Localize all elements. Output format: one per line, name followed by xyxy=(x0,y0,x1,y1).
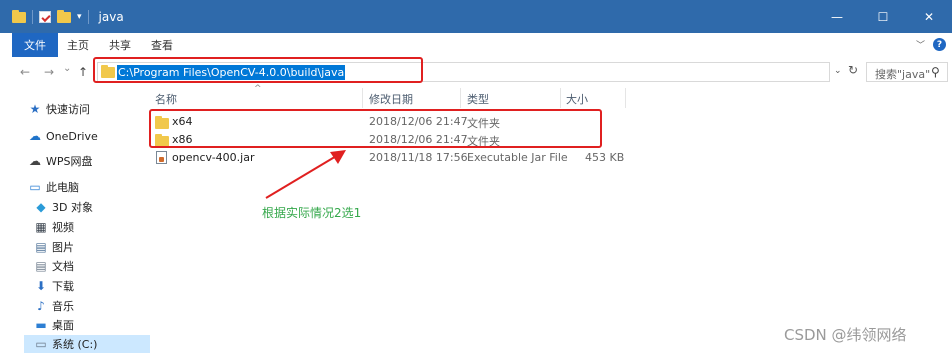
tab-share[interactable]: 共享 xyxy=(109,33,131,57)
sidebar-item-quick-access[interactable]: ★ 快速访问 xyxy=(28,100,90,118)
file-size: 453 KB xyxy=(585,151,625,164)
cloud-icon: ☁ xyxy=(29,129,41,143)
sidebar-item-label: 下载 xyxy=(52,280,74,293)
title-bar: ▾ java — ☐ ✕ xyxy=(0,0,952,33)
sidebar-item-label: 3D 对象 xyxy=(52,201,93,214)
help-icon[interactable]: ? xyxy=(933,38,946,51)
expand-ribbon-button[interactable]: ﹀ xyxy=(916,38,925,51)
search-input[interactable]: 搜索"java" ⚲ xyxy=(866,62,948,82)
tab-view[interactable]: 查看 xyxy=(151,33,173,57)
documents-icon: ▤ xyxy=(35,259,47,273)
sidebar-item-label: 此电脑 xyxy=(46,181,79,194)
navigation-pane: ★ 快速访问 ☁ OneDrive ☁ WPS网盘 ▭ 此电脑 ◆ 3D 对象 … xyxy=(0,87,150,353)
sidebar-item-label: 文档 xyxy=(52,260,74,273)
pictures-icon: ▤ xyxy=(35,240,47,254)
sort-ascending-icon: ^ xyxy=(254,84,262,94)
sidebar-item-wps-drive[interactable]: ☁ WPS网盘 xyxy=(28,152,93,170)
file-modified: 2018/12/06 21:47 xyxy=(369,133,468,146)
sidebar-item-this-pc[interactable]: ▭ 此电脑 xyxy=(28,178,79,196)
column-header-type[interactable]: 类型 xyxy=(467,91,489,107)
computer-icon: ▭ xyxy=(29,180,41,194)
search-icon[interactable]: ⚲ xyxy=(931,65,940,79)
column-divider[interactable] xyxy=(625,88,626,108)
address-row: ← → ⌄ ↑ C:\Program Files\OpenCV-4.0.0\bu… xyxy=(0,57,952,87)
properties-icon[interactable] xyxy=(39,11,51,23)
column-divider[interactable] xyxy=(362,88,363,108)
search-placeholder: 搜索"java" xyxy=(875,68,931,81)
close-button[interactable]: ✕ xyxy=(906,0,952,33)
folder-icon xyxy=(101,65,115,78)
up-button[interactable]: ↑ xyxy=(78,65,88,79)
address-bar[interactable]: C:\Program Files\OpenCV-4.0.0\build\java xyxy=(97,62,830,82)
jar-file-icon xyxy=(156,151,167,164)
column-divider[interactable] xyxy=(560,88,561,108)
column-header-date[interactable]: 修改日期 xyxy=(369,91,413,107)
new-folder-icon[interactable] xyxy=(57,9,71,23)
maximize-button[interactable]: ☐ xyxy=(860,0,906,33)
column-header-name[interactable]: 名称 xyxy=(155,91,177,107)
music-icon: ♪ xyxy=(37,299,45,313)
sidebar-item-label: WPS网盘 xyxy=(46,155,93,168)
sidebar-item-onedrive[interactable]: ☁ OneDrive xyxy=(28,127,98,145)
address-path[interactable]: C:\Program Files\OpenCV-4.0.0\build\java xyxy=(117,65,346,80)
forward-button[interactable]: → xyxy=(44,65,54,79)
cloud-outline-icon: ☁ xyxy=(29,154,41,168)
tab-home[interactable]: 主页 xyxy=(67,33,89,57)
sidebar-item-label: 音乐 xyxy=(52,300,74,313)
video-icon: ▦ xyxy=(35,220,47,234)
ribbon: 文件 主页 共享 查看 ﹀ ? xyxy=(0,33,952,57)
folder-icon xyxy=(155,134,169,147)
minimize-button[interactable]: — xyxy=(814,0,860,33)
file-type: 文件夹 xyxy=(467,117,500,130)
separator xyxy=(87,10,89,24)
annotation-label: 根据实际情况2选1 xyxy=(262,206,362,220)
sidebar-item-label: OneDrive xyxy=(46,129,98,143)
file-modified: 2018/12/06 21:47 xyxy=(369,115,468,128)
folder-icon xyxy=(155,116,169,129)
sidebar-item-downloads[interactable]: ⬇ 下载 xyxy=(34,277,74,295)
drive-icon: ▭ xyxy=(35,337,47,351)
sidebar-item-videos[interactable]: ▦ 视频 xyxy=(34,218,74,236)
window-title: java xyxy=(98,10,124,24)
file-name[interactable]: opencv-400.jar xyxy=(172,151,255,164)
sidebar-item-desktop[interactable]: ▬ 桌面 xyxy=(34,316,74,334)
sidebar-item-label: 桌面 xyxy=(52,319,74,332)
pin-icon: ★ xyxy=(29,102,41,116)
watermark: CSDN @纬领网络 xyxy=(784,326,907,344)
file-type: Executable Jar File xyxy=(467,151,568,164)
sidebar-item-3d-objects[interactable]: ◆ 3D 对象 xyxy=(34,198,93,216)
tab-file[interactable]: 文件 xyxy=(12,33,58,57)
sidebar-item-pictures[interactable]: ▤ 图片 xyxy=(34,238,74,256)
desktop-icon: ▬ xyxy=(35,318,47,332)
recent-locations-button[interactable]: ⌄ xyxy=(63,63,71,74)
sidebar-item-label: 快速访问 xyxy=(46,103,90,116)
separator xyxy=(32,10,33,24)
file-modified: 2018/11/18 17:56 xyxy=(369,151,468,164)
address-dropdown-button[interactable]: ⌄ xyxy=(834,66,842,76)
folder-icon[interactable] xyxy=(12,9,26,23)
sidebar-item-music[interactable]: ♪ 音乐 xyxy=(34,297,74,315)
refresh-button[interactable]: ↻ xyxy=(848,63,858,77)
file-name[interactable]: x86 xyxy=(172,133,193,146)
sidebar-item-drive-c[interactable]: ▭ 系统 (C:) xyxy=(24,335,150,353)
column-header-size[interactable]: 大小 xyxy=(566,91,588,107)
sidebar-item-documents[interactable]: ▤ 文档 xyxy=(34,257,74,275)
quick-access-dropdown[interactable]: ▾ xyxy=(77,12,82,22)
cube-icon: ◆ xyxy=(36,200,46,214)
sidebar-item-label: 系统 (C:) xyxy=(52,338,98,351)
back-button[interactable]: ← xyxy=(20,65,30,79)
file-type: 文件夹 xyxy=(467,135,500,148)
download-icon: ⬇ xyxy=(35,279,47,293)
column-divider[interactable] xyxy=(460,88,461,108)
sidebar-item-label: 图片 xyxy=(52,241,74,254)
file-name[interactable]: x64 xyxy=(172,115,193,128)
sidebar-item-label: 视频 xyxy=(52,221,74,234)
